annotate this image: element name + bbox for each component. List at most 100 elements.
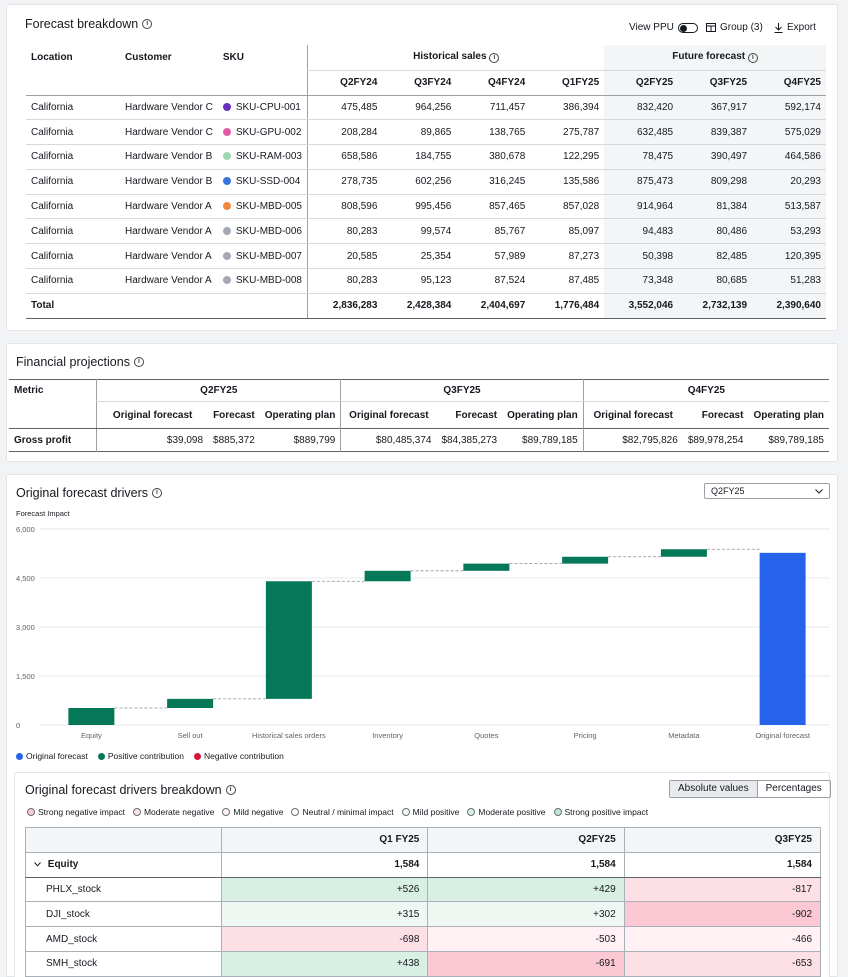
value-cell: 316,245 — [456, 169, 531, 195]
sku-cell: SKU-MBD-008 — [217, 268, 308, 294]
sku-label: SKU-MBD-007 — [235, 250, 302, 262]
info-icon[interactable]: i — [747, 53, 758, 64]
value-cell: 51,283 — [752, 268, 826, 294]
table-row[interactable]: AMD_stock -698 -503 -466 — [25, 926, 822, 952]
customer-cell: Hardware Vendor B — [120, 144, 218, 170]
col-q4fy25[interactable]: Q4FY25 — [752, 70, 826, 96]
heat-legend-label: Mild negative — [233, 807, 284, 817]
sub-original[interactable]: Original forecast — [96, 401, 209, 429]
forecast-breakdown-title: Forecast breakdown i — [25, 17, 153, 31]
fin-q2fy25[interactable]: Q2FY25 — [96, 379, 341, 402]
group-row-equity[interactable]: Equity 1,584 1,584 1,584 — [25, 851, 822, 878]
col-q3fy25[interactable]: Q3FY25 — [623, 827, 822, 853]
info-icon[interactable]: i — [225, 785, 236, 795]
sub-original[interactable]: Original forecast — [340, 401, 437, 429]
legend-original[interactable]: Original forecast — [16, 751, 88, 761]
table-row[interactable]: California Hardware Vendor B SKU-RAM-003 65… — [26, 144, 826, 170]
col-q3fy24[interactable]: Q3FY24 — [382, 70, 457, 96]
sub-plan[interactable]: Operating plan — [502, 402, 583, 429]
total-value: 2,836,283 — [307, 292, 383, 319]
chevron-down-icon[interactable] — [34, 862, 41, 867]
table-row[interactable]: California Hardware Vendor B SKU-SSD-004 27… — [26, 169, 826, 195]
bar-positive[interactable] — [364, 570, 411, 582]
info-icon[interactable]: i — [489, 53, 500, 64]
info-icon[interactable]: i — [152, 488, 162, 498]
col-q2fy25[interactable]: Q2FY25 — [427, 827, 625, 853]
value-cell: 138,765 — [456, 119, 531, 146]
sub-plan[interactable]: Operating plan — [260, 402, 341, 429]
group-value: 1,584 — [623, 851, 822, 878]
absolute-values-button[interactable]: Absolute values — [670, 781, 758, 797]
sub-forecast[interactable]: Forecast — [683, 402, 749, 429]
group-button[interactable]: Group (3) — [706, 22, 763, 33]
table-row[interactable]: California Hardware Vendor A SKU-MBD-007 20… — [26, 243, 826, 270]
value-cell: $889,799 — [293, 434, 336, 446]
sub-plan[interactable]: Operating plan — [748, 402, 829, 429]
col-q4fy24[interactable]: Q4FY24 — [456, 70, 531, 96]
sub-forecast[interactable]: Forecast — [208, 402, 260, 429]
view-ppu-label: View PPU — [629, 22, 674, 33]
col-q2fy25[interactable]: Q2FY25 — [604, 70, 679, 96]
legend-negative[interactable]: Negative contribution — [193, 751, 284, 761]
value-cell: 278,735 — [307, 169, 383, 195]
table-row[interactable]: PHLX_stock +526 +429 -817 — [25, 876, 822, 903]
percentages-button[interactable]: Percentages — [758, 781, 830, 797]
col-customer[interactable]: Customer — [120, 45, 218, 70]
table-row[interactable]: California Hardware Vendor A SKU-MBD-005 80… — [26, 194, 826, 220]
bar-original-forecast[interactable] — [759, 552, 806, 725]
bar-positive[interactable] — [562, 556, 609, 564]
breakdown-header-row: Q1 FY25 Q2FY25 Q3FY25 — [25, 827, 822, 853]
breakdown-title-text: Original forecast drivers breakdown — [25, 783, 222, 797]
value-cell: 464,586 — [752, 144, 826, 170]
sub-original-label: Original forecast — [593, 409, 673, 421]
sku-cell: SKU-MBD-005 — [217, 194, 308, 220]
col-sku[interactable]: SKU — [218, 45, 308, 70]
heat-swatch — [132, 808, 141, 816]
legend-positive[interactable]: Positive contribution — [97, 751, 184, 761]
value-cell: 857,028 — [530, 194, 605, 220]
sub-original[interactable]: Original forecast — [582, 401, 683, 429]
value-cell: 50,398 — [604, 243, 679, 270]
blank-cell — [217, 292, 308, 319]
table-row[interactable]: California Hardware Vendor A SKU-MBD-008 80… — [26, 268, 826, 294]
bar-positive[interactable] — [68, 708, 115, 725]
table-row[interactable]: California Hardware Vendor C SKU-GPU-002 20… — [26, 119, 826, 146]
blank-cell — [26, 70, 120, 96]
export-button[interactable]: Export — [774, 22, 816, 33]
bar-positive[interactable] — [463, 563, 510, 571]
col-metric[interactable]: Metric — [9, 379, 97, 429]
value-cell: 711,457 — [456, 95, 531, 121]
quarter-select-value: Q2FY25 — [711, 486, 745, 496]
legend-dot — [193, 752, 201, 760]
col-q1fy25[interactable]: Q1 FY25 — [220, 827, 429, 853]
value-cell: 80,486 — [678, 218, 753, 245]
total-value: 2,732,139 — [678, 292, 753, 319]
location-cell: California — [26, 144, 120, 170]
table-row[interactable]: California Hardware Vendor C SKU-CPU-001 47… — [26, 95, 826, 121]
bar-positive[interactable] — [660, 549, 707, 557]
table-row[interactable]: California Hardware Vendor A SKU-MBD-006 80… — [26, 218, 826, 245]
value-cell: $89,789,185 — [768, 434, 824, 446]
value-cell: 80,283 — [307, 218, 383, 245]
sub-forecast[interactable]: Forecast — [436, 402, 502, 429]
impact-cell: -817 — [623, 876, 822, 903]
view-ppu-toggle[interactable]: View PPU — [629, 22, 698, 33]
value-cell: 592,174 — [752, 95, 826, 121]
chart-bars — [68, 548, 806, 725]
fin-q4fy25[interactable]: Q4FY25 — [582, 379, 829, 402]
table-row[interactable]: DJI_stock +315 +302 -902 — [25, 901, 822, 928]
info-icon[interactable]: i — [133, 357, 144, 367]
table-row[interactable]: SMH_stock +438 -691 -653 — [25, 950, 822, 977]
fin-q3fy25[interactable]: Q3FY25 — [340, 379, 584, 402]
bar-positive[interactable] — [265, 581, 312, 699]
info-icon[interactable]: i — [142, 19, 153, 29]
col-location[interactable]: Location — [26, 45, 120, 70]
col-q2fy24[interactable]: Q2FY24 — [307, 70, 383, 96]
quarter-select[interactable]: Q2FY25 — [704, 483, 830, 499]
bar-positive[interactable] — [167, 698, 214, 709]
financial-title-text: Financial projections — [16, 355, 130, 369]
col-q1fy25[interactable]: Q1FY25 — [530, 70, 605, 96]
group-label: Equity — [47, 859, 79, 871]
toggle-switch-icon[interactable] — [677, 22, 698, 33]
col-q3fy25[interactable]: Q3FY25 — [678, 70, 753, 96]
